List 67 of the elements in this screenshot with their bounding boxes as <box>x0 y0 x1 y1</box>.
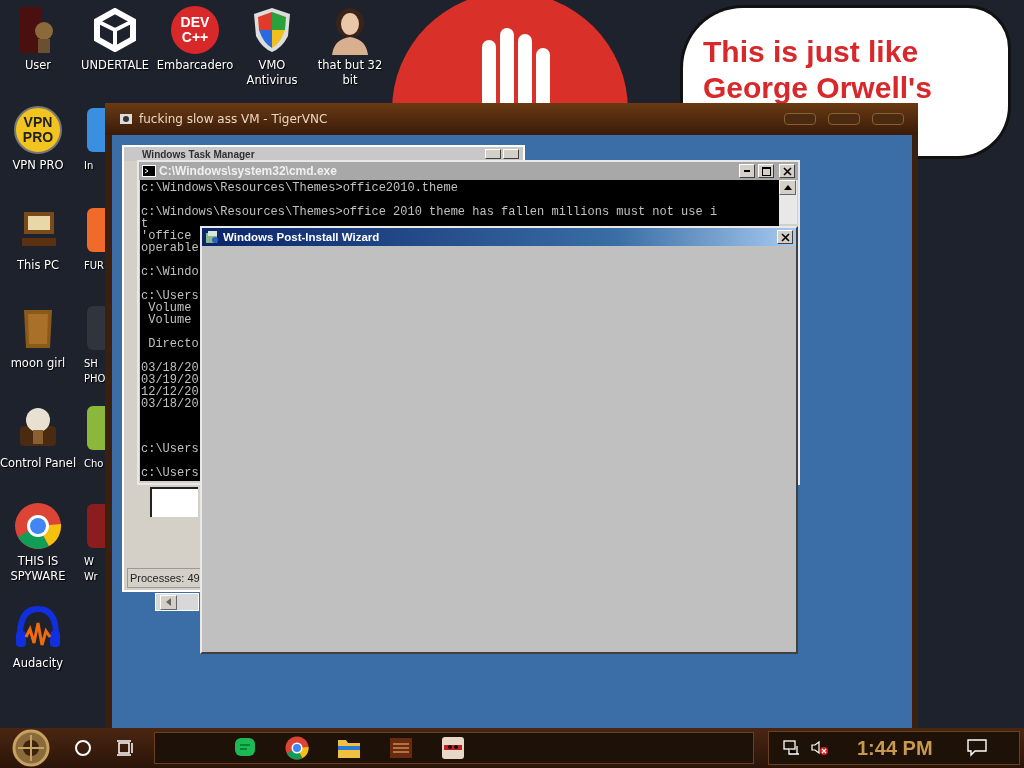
icon-label[interactable]: UNDERTALE <box>81 58 149 73</box>
list-field[interactable] <box>150 487 198 517</box>
console-line: c:\Users <box>141 289 199 303</box>
mask-icon[interactable] <box>441 736 465 760</box>
console-line: Volume <box>147 313 192 327</box>
archive-icon[interactable] <box>389 737 413 759</box>
icon-label[interactable]: Embarcadero <box>156 58 234 73</box>
icon-label[interactable]: THIS IS SPYWARE <box>0 554 78 584</box>
browser-icon[interactable] <box>14 502 62 550</box>
maximize-icon <box>761 166 771 176</box>
icon-label[interactable]: VMO Antivirus <box>232 58 312 88</box>
icon-label[interactable]: Control Panel <box>0 456 77 471</box>
scrollbar[interactable] <box>779 180 797 224</box>
window-title: fucking slow ass VM - TigerVNC <box>139 112 328 126</box>
console-line: c:\Users <box>141 442 199 456</box>
icon-label[interactable]: In <box>84 158 105 173</box>
icon-label[interactable]: moon girl <box>10 356 66 371</box>
gear-icon[interactable] <box>12 729 50 767</box>
left-arrow-icon <box>166 598 171 606</box>
search-icon[interactable] <box>74 739 92 757</box>
clock[interactable]: 1:44 PM <box>857 736 933 760</box>
installer-icon <box>205 230 219 244</box>
caption-text: This is just like George Orwell's <box>703 34 933 106</box>
console-line: 03/18/20 <box>141 397 199 411</box>
console-line: 12/12/20 <box>141 385 199 399</box>
window-title: Windows Task Manager <box>142 148 255 160</box>
close-icon <box>780 232 790 242</box>
icon-label[interactable]: W Wr <box>84 554 105 584</box>
console-line: Directo <box>147 337 199 351</box>
folder-icon[interactable] <box>337 737 361 759</box>
app-logo[interactable]: VPN PRO <box>14 106 62 154</box>
console-line: c:\Windo <box>141 265 199 279</box>
icon-label[interactable]: SH PHO <box>84 356 105 386</box>
process-count: Processes: 49 <box>130 572 200 584</box>
console-line: 03/19/20 <box>141 373 199 387</box>
console-line: c:\Users <box>141 466 199 480</box>
window-title: C:\Windows\system32\cmd.exe <box>159 164 337 178</box>
minimize-icon <box>744 170 750 172</box>
cube-icon[interactable] <box>93 8 137 52</box>
app-icon <box>119 112 133 126</box>
icon-label[interactable]: Audacity <box>12 656 64 671</box>
notification-icon[interactable] <box>966 739 987 757</box>
icon-label[interactable]: VPN PRO <box>12 158 64 173</box>
console-line: c:\Windows\Resources\Themes>office 2010 theme has fallen millions must not use i <box>141 205 718 219</box>
scroll-left-button[interactable] <box>160 594 177 610</box>
console-line: Volume <box>147 301 192 315</box>
console-line: c:\Windows\Resources\Themes>office2010.theme <box>141 181 458 195</box>
icon-label[interactable]: that but 32 bit <box>310 58 390 88</box>
network-icon[interactable] <box>783 740 801 756</box>
app-logo[interactable]: DEV C++ <box>171 6 219 54</box>
shield-icon[interactable] <box>252 6 292 54</box>
window-title: Windows Post-Install Wizard <box>223 231 380 243</box>
up-arrow-icon <box>783 185 792 190</box>
console-line: t <box>141 217 149 231</box>
icon-label[interactable]: User <box>24 58 52 73</box>
icon-label[interactable]: Cho <box>84 456 105 471</box>
scroll-up-button[interactable] <box>779 180 796 195</box>
icon-label[interactable]: FUR <box>84 258 105 273</box>
close-icon <box>782 166 792 176</box>
console-icon <box>142 165 156 177</box>
browser-icon[interactable] <box>285 736 309 760</box>
task-view-icon[interactable] <box>116 740 134 756</box>
speaker-icon[interactable] <box>811 740 829 756</box>
console-line: 03/18/20 <box>141 361 199 375</box>
console-line: operable <box>141 241 199 255</box>
icon-label[interactable]: This PC <box>16 258 60 273</box>
console-line: 'office <box>141 229 192 243</box>
